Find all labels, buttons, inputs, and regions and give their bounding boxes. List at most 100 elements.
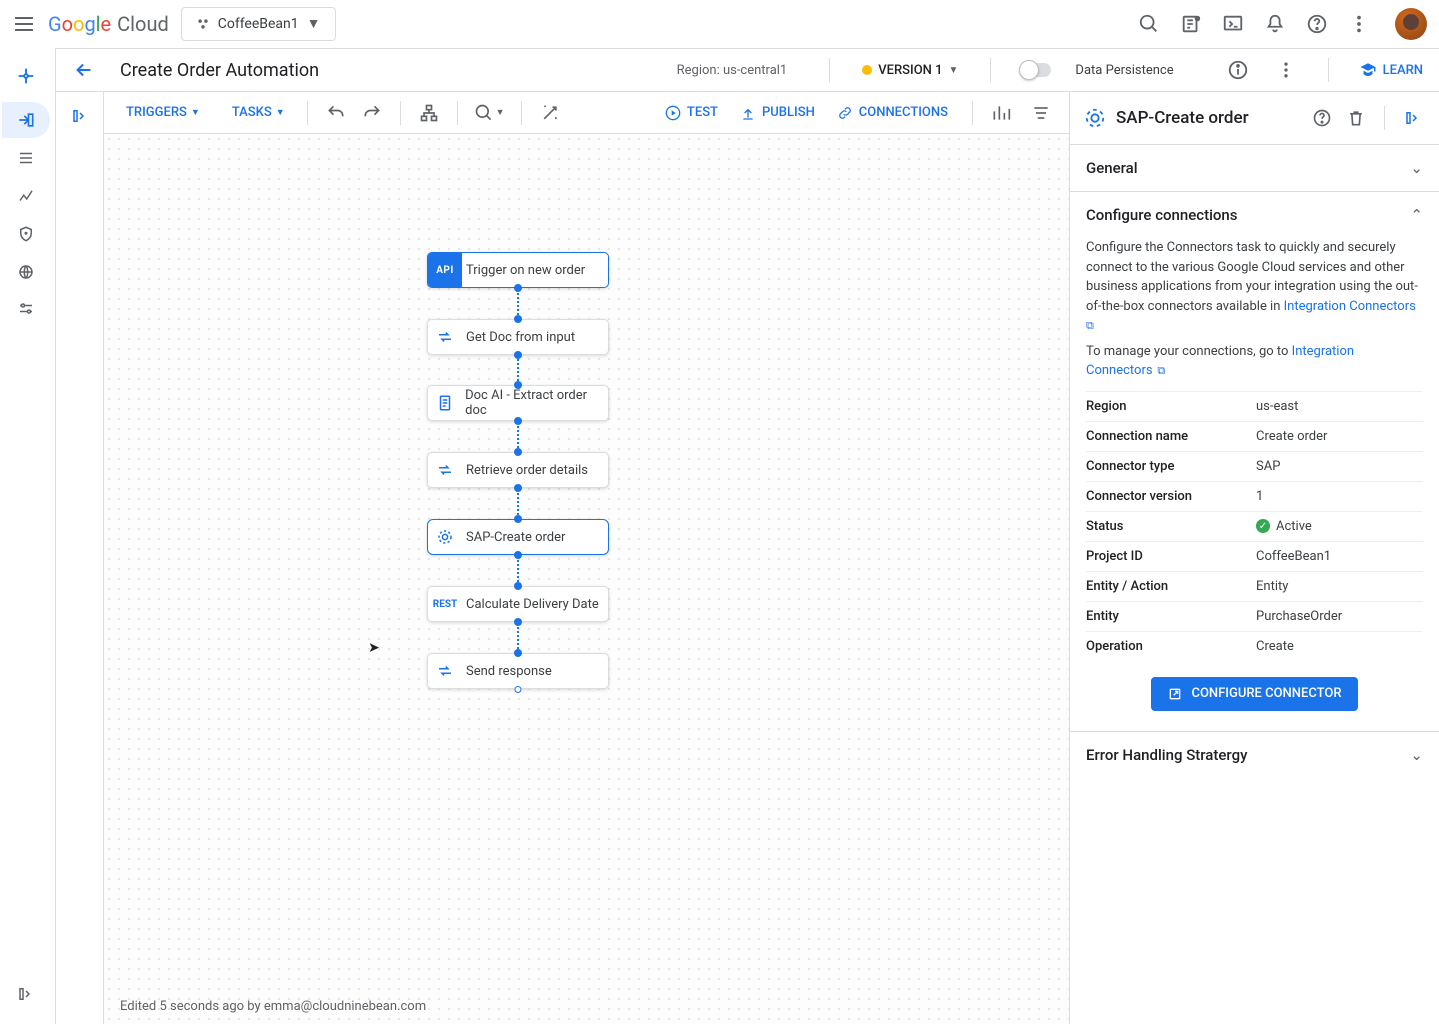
google-cloud-logo[interactable]: Google Cloud xyxy=(48,12,169,36)
undo-button[interactable] xyxy=(324,101,348,125)
property-row: Connector typeSAP xyxy=(1086,451,1423,481)
integration-canvas[interactable]: APITrigger on new order Get Doc from inpu… xyxy=(104,134,1069,1024)
section-error-handling[interactable]: Error Handling Stratergy ⌄ xyxy=(1070,732,1439,778)
toggle-var-panel-icon[interactable] xyxy=(68,104,92,128)
flow-node-n1[interactable]: APITrigger on new order xyxy=(427,252,609,288)
property-row: Connector version1 xyxy=(1086,481,1423,511)
node-label: Doc AI - Extract order doc xyxy=(461,388,608,418)
more-icon[interactable] xyxy=(1274,58,1298,82)
swap-icon xyxy=(428,662,462,680)
flow-node-n5[interactable]: SAP-Create order xyxy=(427,519,609,555)
chevron-down-icon: ⌄ xyxy=(1410,746,1423,764)
last-edited-footer: Edited 5 seconds ago by emma@cloudninebe… xyxy=(120,999,426,1014)
flow-node-n7[interactable]: Send response xyxy=(427,653,609,689)
rail-auth[interactable] xyxy=(2,216,50,252)
port-in[interactable] xyxy=(514,515,522,523)
flow-node-n6[interactable]: RESTCalculate Delivery Date xyxy=(427,586,609,622)
project-selector[interactable]: CoffeeBean1 ▼ xyxy=(181,7,336,41)
project-icon xyxy=(196,17,210,31)
property-row: Connection nameCreate order xyxy=(1086,421,1423,451)
main-menu-button[interactable] xyxy=(12,12,36,36)
open-new-icon xyxy=(1167,686,1183,702)
info-icon[interactable] xyxy=(1226,58,1250,82)
rail-region[interactable] xyxy=(2,254,50,290)
property-key: Entity xyxy=(1086,609,1256,624)
panel-help-icon[interactable] xyxy=(1310,106,1334,130)
help-icon[interactable] xyxy=(1305,12,1329,36)
property-value: CoffeeBean1 xyxy=(1256,549,1331,564)
triggers-menu[interactable]: TRIGGERS▼ xyxy=(120,101,206,124)
doc-icon xyxy=(428,394,461,412)
port-in[interactable] xyxy=(514,448,522,456)
account-avatar[interactable] xyxy=(1395,8,1427,40)
port-in[interactable] xyxy=(514,582,522,590)
tasks-menu[interactable]: TASKS▼ xyxy=(226,101,291,124)
section-general[interactable]: General ⌄ xyxy=(1070,144,1439,191)
flow-node-n2[interactable]: Get Doc from input xyxy=(427,319,609,355)
layers-icon[interactable] xyxy=(1029,101,1053,125)
page-header: Create Order Automation Region: us-centr… xyxy=(0,48,1439,92)
redo-button[interactable] xyxy=(360,101,384,125)
zoom-menu[interactable]: ▼ xyxy=(474,101,505,125)
rail-metrics[interactable] xyxy=(2,178,50,214)
rail-logs[interactable] xyxy=(2,140,50,176)
version-label: VERSION 1 xyxy=(878,63,942,78)
section-configure-connections[interactable]: Configure connections ⌃ xyxy=(1070,191,1439,238)
data-persistence-label: Data Persistence xyxy=(1075,63,1173,78)
search-icon[interactable] xyxy=(1137,12,1161,36)
flow-node-n4[interactable]: Retrieve order details xyxy=(427,452,609,488)
back-button[interactable] xyxy=(72,58,96,82)
magic-wand-button[interactable] xyxy=(538,101,562,125)
port-in[interactable] xyxy=(514,381,522,389)
delete-task-icon[interactable] xyxy=(1344,106,1368,130)
cloud-shell-icon[interactable] xyxy=(1221,12,1245,36)
property-value: SAP xyxy=(1256,459,1280,474)
property-value: PurchaseOrder xyxy=(1256,609,1342,624)
flow-node-n3[interactable]: Doc AI - Extract order doc xyxy=(427,385,609,421)
node-label: Trigger on new order xyxy=(462,263,585,278)
rail-integrations[interactable] xyxy=(2,102,50,138)
upload-icon xyxy=(740,105,756,121)
collapse-panel-icon[interactable] xyxy=(1401,106,1425,130)
analytics-icon[interactable] xyxy=(989,101,1013,125)
property-value: Entity xyxy=(1256,579,1288,594)
port-out[interactable] xyxy=(515,686,522,693)
property-key: Status xyxy=(1086,519,1256,534)
property-value: us-east xyxy=(1256,399,1298,414)
port-in[interactable] xyxy=(514,315,522,323)
node-label: SAP-Create order xyxy=(462,530,565,545)
assist-icon[interactable] xyxy=(1179,12,1203,36)
connections-button[interactable]: CONNECTIONS xyxy=(829,101,956,125)
property-key: Connector type xyxy=(1086,459,1256,474)
node-label: Get Doc from input xyxy=(462,330,575,345)
cloud-word: Cloud xyxy=(117,12,169,36)
rail-settings[interactable] xyxy=(2,292,50,328)
property-key: Operation xyxy=(1086,639,1256,654)
integration-product-icon[interactable] xyxy=(2,56,50,96)
property-key: Entity / Action xyxy=(1086,579,1256,594)
publish-button[interactable]: PUBLISH xyxy=(732,101,823,125)
configure-connector-button[interactable]: CONFIGURE CONNECTOR xyxy=(1151,677,1357,711)
project-name: CoffeeBean1 xyxy=(218,16,299,32)
learn-button[interactable]: LEARN xyxy=(1359,61,1423,79)
property-row: Regionus-east xyxy=(1086,391,1423,421)
data-persistence-toggle[interactable] xyxy=(1021,63,1051,77)
designer-toolbar: TRIGGERS▼ TASKS▼ ▼ TEST PUBLISH CONNECTI… xyxy=(104,92,1069,134)
property-row: Status✓Active xyxy=(1086,511,1423,541)
link-icon xyxy=(837,105,853,121)
property-row: Project IDCoffeeBean1 xyxy=(1086,541,1423,571)
swap-icon xyxy=(428,328,462,346)
config-desc-2: To manage your connections, go to xyxy=(1086,344,1292,359)
task-config-panel: SAP-Create order General ⌄ Configure con… xyxy=(1069,92,1439,1024)
version-selector[interactable]: VERSION 1 ▼ xyxy=(860,59,960,82)
left-nav-rail xyxy=(0,48,56,1024)
property-key: Project ID xyxy=(1086,549,1256,564)
auto-layout-button[interactable] xyxy=(417,101,441,125)
rail-expand[interactable] xyxy=(2,976,50,1012)
port-in[interactable] xyxy=(514,649,522,657)
more-icon[interactable] xyxy=(1347,12,1371,36)
node-label: Retrieve order details xyxy=(462,463,588,478)
notifications-icon[interactable] xyxy=(1263,12,1287,36)
test-button[interactable]: TEST xyxy=(657,101,726,125)
api-badge-icon: API xyxy=(428,253,462,287)
